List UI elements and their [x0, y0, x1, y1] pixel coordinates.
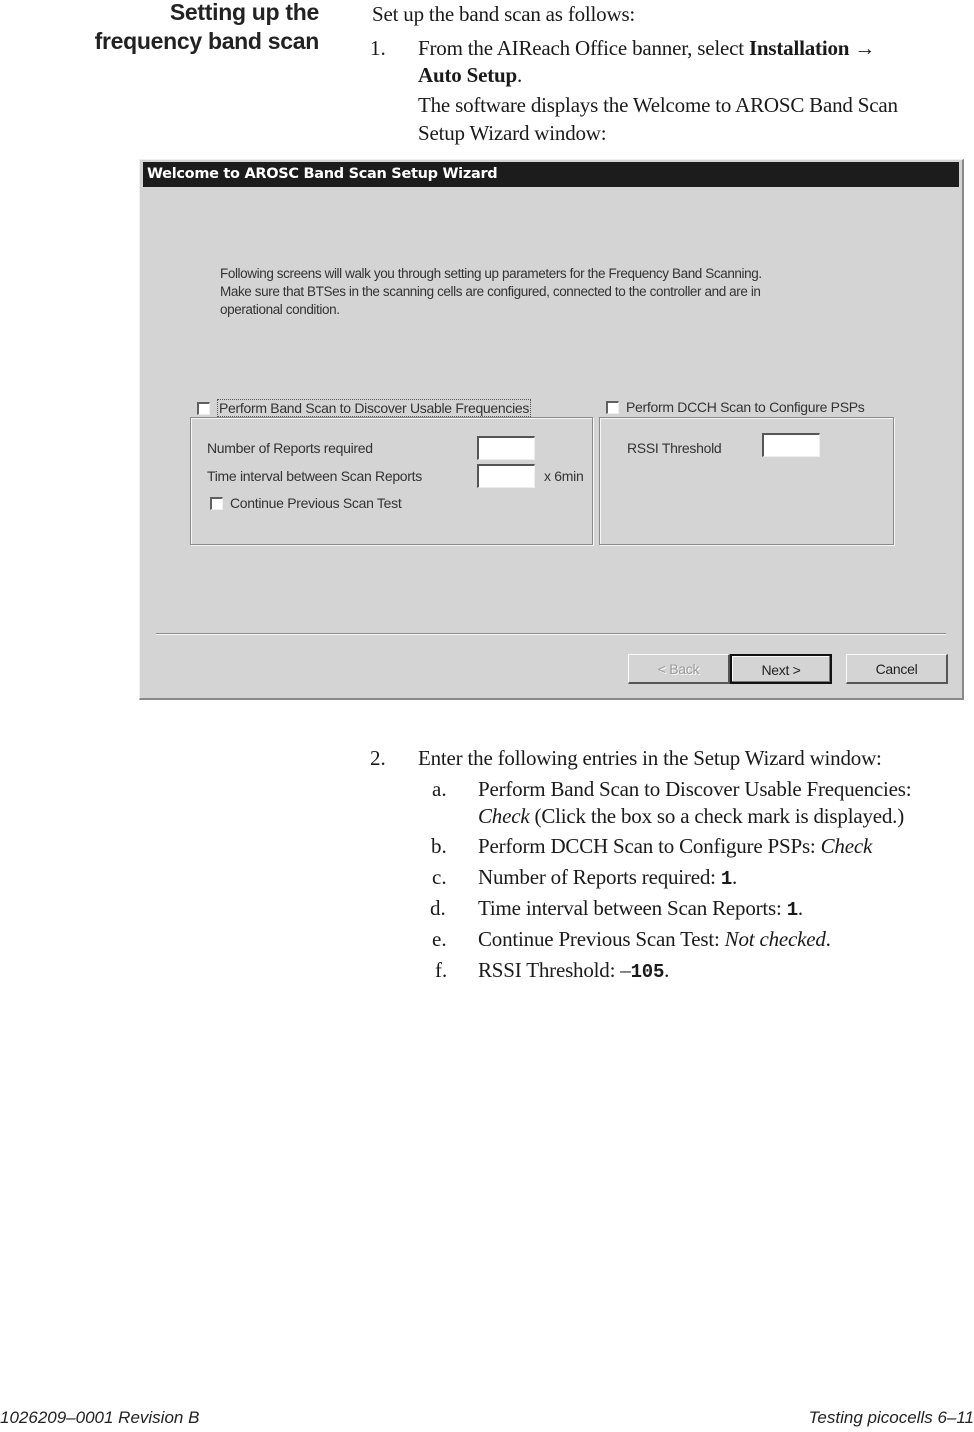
substep-value: Check	[478, 804, 530, 828]
substep-a-line-2: Check (Click the box so a check mark is …	[478, 802, 904, 830]
substep-label: Time interval between Scan Reports:	[478, 896, 787, 920]
step-1-prefix: From the AIReach Office banner, select	[418, 36, 749, 60]
substep-letter: e.	[432, 927, 447, 951]
section-heading-line-1: Setting up the	[169, 0, 319, 25]
punctuation: .	[516, 63, 523, 87]
substep-c: Number of Reports required: 1.	[478, 863, 737, 893]
step-2-number: 2.	[370, 746, 386, 770]
continue-scan-checkbox[interactable]	[210, 496, 223, 510]
substep-a: Perform Band Scan to Discover Usable Fre…	[478, 777, 912, 801]
next-button[interactable]: Next >	[730, 654, 832, 684]
substep-letter: a.	[432, 777, 447, 801]
substep-letter: d.	[430, 896, 446, 920]
band-scan-checkbox-row[interactable]: Perform Band Scan to Discover Usable Fre…	[197, 399, 534, 417]
punctuation: .	[664, 958, 670, 982]
substep-b: Perform DCCH Scan to Configure PSPs: Che…	[478, 832, 872, 860]
section-heading: Setting up the frequency band scan	[94, 0, 320, 56]
substep-value: 105	[630, 961, 665, 983]
band-scan-checkbox-label[interactable]: Perform Band Scan to Discover Usable Fre…	[217, 399, 532, 417]
substep-letter: f.	[435, 958, 448, 982]
dcch-scan-checkbox-label[interactable]: Perform DCCH Scan to Configure PSPs	[626, 399, 865, 415]
dialog-intro-text: Following screens will walk you through …	[220, 265, 900, 319]
substep-value: 1	[720, 868, 733, 890]
substep-value: Check	[820, 834, 873, 858]
substep-value: Not checked	[724, 927, 826, 951]
substep-note: (Click the box so a check mark is displa…	[529, 804, 905, 828]
intro-line: operational condition.	[220, 302, 340, 317]
step-1-result-line-2: Setup Wizard window:	[418, 121, 607, 145]
footer-page-number: Testing picocells 6–11	[808, 1408, 974, 1427]
intro-line: Following screens will walk you through …	[220, 266, 762, 281]
punctuation: .	[825, 927, 831, 951]
band-scan-checkbox[interactable]	[197, 401, 210, 415]
substep-f: RSSI Threshold: –105.	[478, 956, 669, 986]
substep-label: Perform DCCH Scan to Configure PSPs:	[478, 834, 821, 858]
substep-value: 1	[786, 899, 798, 921]
dialog-title-bar: Welcome to AROSC Band Scan Setup Wizard	[143, 162, 959, 187]
punctuation: .	[732, 865, 738, 889]
dcch-scan-checkbox-row[interactable]: Perform DCCH Scan to Configure PSPs	[606, 399, 867, 415]
substep-label: Continue Previous Scan Test:	[478, 927, 725, 951]
continue-scan-checkbox-row[interactable]: Continue Previous Scan Test	[210, 495, 404, 511]
step-1-result-line-1: The software displays the Welcome to ARO…	[418, 93, 898, 117]
step-1-text: From the AIReach Office banner, select I…	[418, 34, 875, 62]
setup-wizard-dialog: Welcome to AROSC Band Scan Setup Wizard …	[139, 159, 964, 700]
continue-scan-label[interactable]: Continue Previous Scan Test	[230, 495, 402, 511]
menu-path-auto-setup: Auto Setup	[418, 63, 517, 87]
substep-e: Continue Previous Scan Test: Not checked…	[478, 925, 831, 953]
rssi-threshold-input[interactable]	[762, 433, 820, 457]
substep-label: RSSI Threshold: –	[478, 958, 631, 982]
step-2-text: Enter the following entries in the Setup…	[418, 746, 882, 770]
menu-path-installation: Installation →	[748, 36, 876, 60]
intro-text: Set up the band scan as follows:	[372, 2, 636, 26]
punctuation: .	[797, 896, 803, 920]
substep-label: Number of Reports required:	[478, 865, 721, 889]
rssi-threshold-label: RSSI Threshold	[627, 440, 722, 456]
reports-required-input[interactable]	[477, 436, 535, 460]
step-1-text-line-2: Auto Setup.	[418, 61, 522, 89]
dcch-scan-group	[599, 417, 894, 545]
back-button[interactable]: < Back	[628, 654, 730, 684]
scan-interval-input[interactable]	[477, 464, 535, 488]
interval-unit-label: x 6min	[544, 468, 584, 484]
substep-d: Time interval between Scan Reports: 1.	[478, 894, 803, 924]
step-1-number: 1.	[370, 36, 386, 60]
section-heading-line-2: frequency band scan	[94, 28, 320, 54]
substep-letter: b.	[431, 834, 447, 858]
substep-letter: c.	[432, 865, 447, 889]
footer-document-id: 1026209–0001 Revision B	[0, 1408, 200, 1427]
reports-required-label: Number of Reports required	[207, 440, 373, 456]
intro-line: Make sure that BTSes in the scanning cel…	[220, 284, 761, 299]
cancel-button[interactable]: Cancel	[846, 654, 948, 684]
scan-interval-label: Time interval between Scan Reports	[207, 468, 422, 484]
button-separator	[156, 633, 946, 635]
dcch-scan-checkbox[interactable]	[606, 400, 619, 414]
